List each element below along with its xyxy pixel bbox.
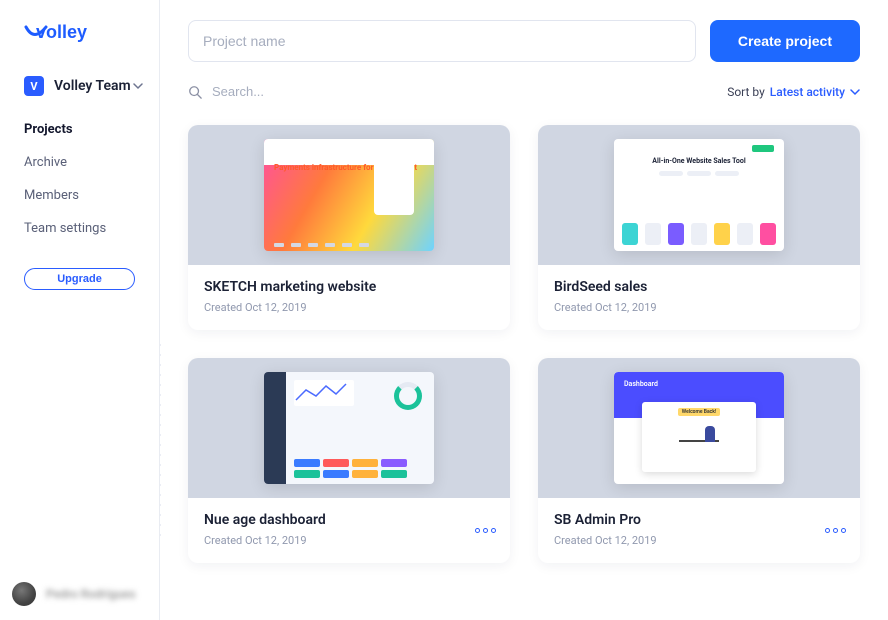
team-switcher[interactable]: V Volley Team	[0, 76, 159, 96]
sidebar-nav: Projects Archive Members Team settings	[0, 122, 159, 254]
overflow-menu-icon[interactable]	[825, 528, 846, 533]
user-display-name: Pedro Rodrigues	[46, 587, 136, 601]
sidebar-item-team-settings[interactable]: Team settings	[24, 221, 135, 236]
thumb-headline: Dashboard	[624, 380, 658, 388]
project-thumbnail: Payments infrastructure for the internet	[188, 125, 510, 265]
sort-control[interactable]: Sort by Latest activity	[727, 85, 860, 99]
sidebar: volley V Volley Team Projects Archive Me…	[0, 0, 160, 620]
project-thumbnail: All-in-One Website Sales Tool	[538, 125, 860, 265]
main-content: Create project Sort by Latest activity P…	[160, 0, 888, 620]
overflow-menu-icon[interactable]	[475, 528, 496, 533]
project-card[interactable]: Nue age dashboard Created Oct 12, 2019	[188, 358, 510, 563]
project-meta: Created Oct 12, 2019	[554, 534, 844, 547]
project-card[interactable]: Payments infrastructure for the internet…	[188, 125, 510, 330]
create-project-row: Create project	[188, 20, 860, 62]
search-input[interactable]	[212, 84, 727, 99]
avatar	[12, 582, 36, 606]
project-title: Nue age dashboard	[204, 512, 494, 528]
svg-text:volley: volley	[36, 22, 87, 42]
user-footer[interactable]: Pedro Rodrigues	[12, 582, 136, 606]
create-project-button[interactable]: Create project	[710, 20, 860, 62]
sidebar-item-archive[interactable]: Archive	[24, 155, 135, 170]
sort-value: Latest activity	[770, 85, 845, 99]
project-title: SKETCH marketing website	[204, 279, 494, 295]
project-card[interactable]: All-in-One Website Sales Tool BirdSeed s…	[538, 125, 860, 330]
sidebar-item-members[interactable]: Members	[24, 188, 135, 203]
chevron-down-icon	[133, 81, 143, 91]
sidebar-item-projects[interactable]: Projects	[24, 122, 135, 137]
project-meta: Created Oct 12, 2019	[554, 301, 844, 314]
project-name-input[interactable]	[188, 20, 696, 62]
project-title: BirdSeed sales	[554, 279, 844, 295]
search-icon	[188, 85, 202, 99]
project-card[interactable]: Dashboard Welcome Back! SB Admin Pro Cre…	[538, 358, 860, 563]
project-thumbnail: Dashboard Welcome Back!	[538, 358, 860, 498]
team-name: Volley Team	[54, 78, 133, 94]
project-title: SB Admin Pro	[554, 512, 844, 528]
volley-logo-icon: volley	[24, 22, 108, 48]
thumb-welcome: Welcome Back!	[678, 408, 720, 416]
project-thumbnail	[188, 358, 510, 498]
project-meta: Created Oct 12, 2019	[204, 301, 494, 314]
project-meta: Created Oct 12, 2019	[204, 534, 494, 547]
thumb-headline: All-in-One Website Sales Tool	[620, 157, 778, 165]
decorative-dots	[0, 340, 165, 540]
brand-logo: volley	[0, 22, 159, 76]
upgrade-button[interactable]: Upgrade	[24, 268, 135, 290]
search-sort-row: Sort by Latest activity	[188, 84, 860, 99]
projects-grid: Payments infrastructure for the internet…	[188, 125, 860, 563]
chevron-down-icon	[850, 87, 860, 97]
sort-label: Sort by	[727, 85, 765, 99]
team-avatar: V	[24, 76, 44, 96]
